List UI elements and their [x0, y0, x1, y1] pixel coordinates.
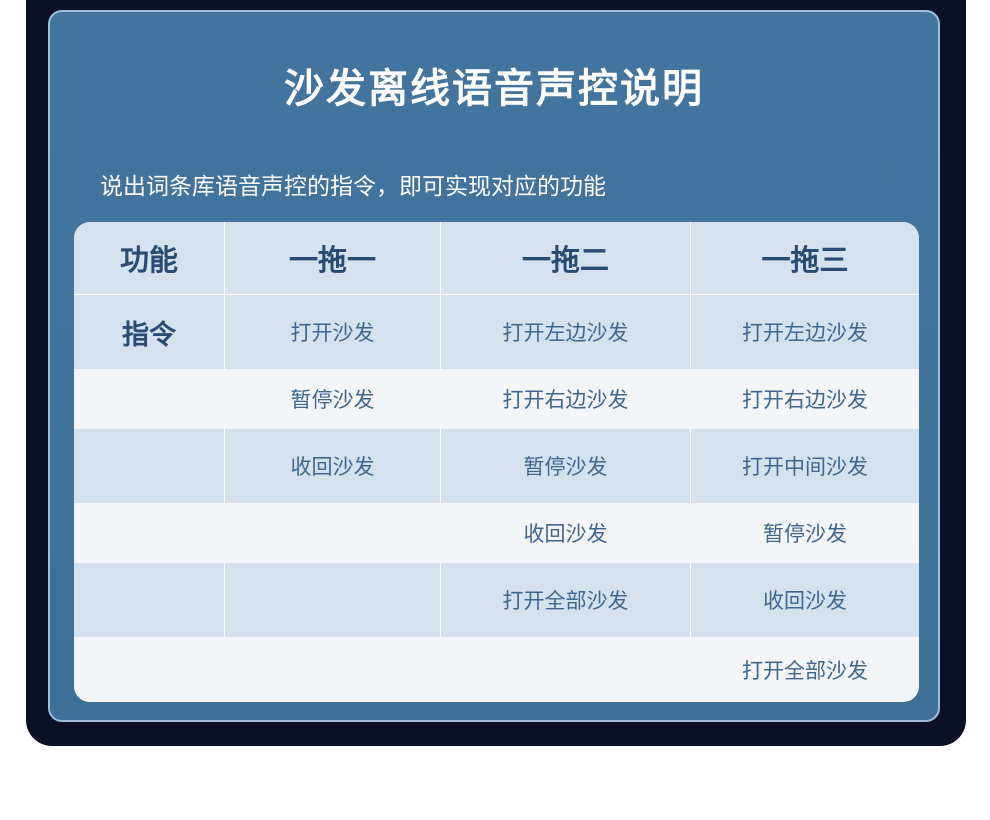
table-cell: 暂停沙发 [763, 522, 847, 546]
page-subtitle: 说出词条库语音声控的指令，即可实现对应的功能 [100, 174, 606, 200]
table-cell [74, 503, 225, 563]
table-cell [74, 563, 225, 637]
table-row: 收回沙发 暂停沙发 [74, 503, 919, 563]
table-row: 打开全部沙发 收回沙发 [74, 563, 919, 637]
table-cell [225, 563, 441, 637]
table-cell: 收回沙发 [763, 589, 847, 613]
instruction-panel: 沙发离线语音声控说明 说出词条库语音声控的指令，即可实现对应的功能 功能 一拖一… [48, 10, 940, 722]
row-label-command: 指令 [74, 295, 225, 369]
table-row: 暂停沙发 打开右边沙发 打开右边沙发 [74, 369, 919, 429]
table-cell [74, 637, 225, 702]
header-cell-function: 功能 [74, 222, 225, 294]
table-cell: 打开左边沙发 [441, 295, 691, 369]
table-cell: 打开右边沙发 [502, 388, 629, 412]
table-cell: 收回沙发 [225, 429, 441, 503]
table-cell: 暂停沙发 [290, 388, 375, 412]
table-cell: 打开右边沙发 [742, 388, 868, 412]
table-cell: 打开中间沙发 [742, 455, 868, 479]
table-cell [225, 503, 441, 563]
table-cell [74, 429, 225, 503]
table-cell: 暂停沙发 [441, 429, 691, 503]
table-row: 指令 打开沙发 打开左边沙发 打开左边沙发 [74, 295, 919, 369]
table-cell [225, 637, 441, 702]
table-cell [74, 369, 225, 429]
table-cell: 打开沙发 [225, 295, 441, 369]
table-row: 收回沙发 暂停沙发 打开中间沙发 [74, 429, 919, 503]
table-cell [441, 637, 691, 702]
table-cell: 打开全部沙发 [742, 659, 868, 683]
command-table: 功能 一拖一 一拖二 一拖三 指令 打开沙发 打开左边沙发 打开左边沙发 暂停沙… [74, 222, 919, 702]
header-cell-one-to-one: 一拖一 [225, 222, 441, 294]
table-cell: 打开全部沙发 [441, 563, 691, 637]
page-title: 沙发离线语音声控说明 [284, 66, 704, 112]
header-cell-one-to-three: 一拖三 [761, 243, 849, 277]
table-cell: 收回沙发 [523, 522, 608, 546]
table-header-row: 功能 一拖一 一拖二 一拖三 [74, 222, 919, 295]
table-row: 打开全部沙发 [74, 637, 919, 702]
table-cell: 打开左边沙发 [742, 321, 868, 345]
header-cell-one-to-two: 一拖二 [441, 222, 691, 294]
